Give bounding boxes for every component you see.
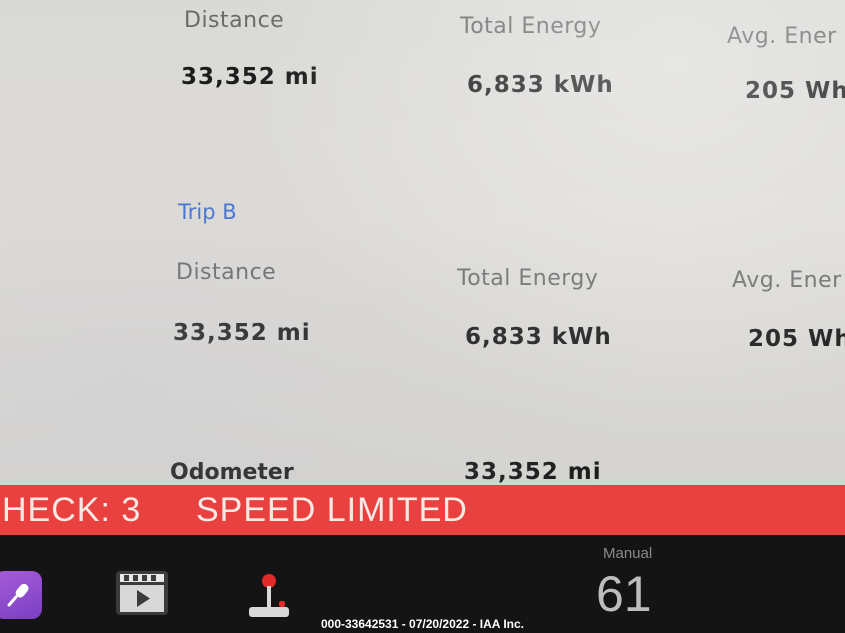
watermark-text: 000-33642531 - 07/20/2022 - IAA Inc. (320, 617, 525, 631)
climate-temperature-value[interactable]: 61 (596, 565, 652, 623)
microphone-icon[interactable] (0, 571, 42, 619)
trip-b-avg-value: 205 Wh (748, 326, 845, 352)
trip-b-distance-label: Distance (176, 260, 277, 285)
alert-speed-limited-text: SPEED LIMITED (196, 491, 468, 529)
odometer-label: Odometer (170, 460, 294, 485)
climate-mode-label: Manual (603, 545, 653, 562)
trip-a-energy-label: Total Energy (460, 14, 602, 39)
trip-a-avg-label: Avg. Ener (727, 24, 837, 49)
trip-a-energy-value: 6,833 kWh (467, 72, 614, 98)
trip-a-avg-value: 205 Wh (745, 78, 845, 104)
alert-bar: HECK: 3 SPEED LIMITED (0, 485, 845, 535)
odometer-value: 33,352 mi (464, 459, 602, 485)
trip-b-energy-value: 6,833 kWh (465, 324, 612, 350)
trip-a-distance-label: Distance (184, 8, 285, 33)
trip-a-distance-value: 33,352 mi (181, 64, 319, 90)
alert-check-text: HECK: 3 (2, 491, 142, 529)
media-player-icon[interactable] (116, 571, 168, 615)
trip-b-title: Trip B (178, 200, 237, 224)
trip-b-avg-label: Avg. Ener (732, 268, 842, 293)
trip-b-distance-value: 33,352 mi (173, 320, 311, 346)
trip-b-energy-label: Total Energy (457, 266, 599, 291)
